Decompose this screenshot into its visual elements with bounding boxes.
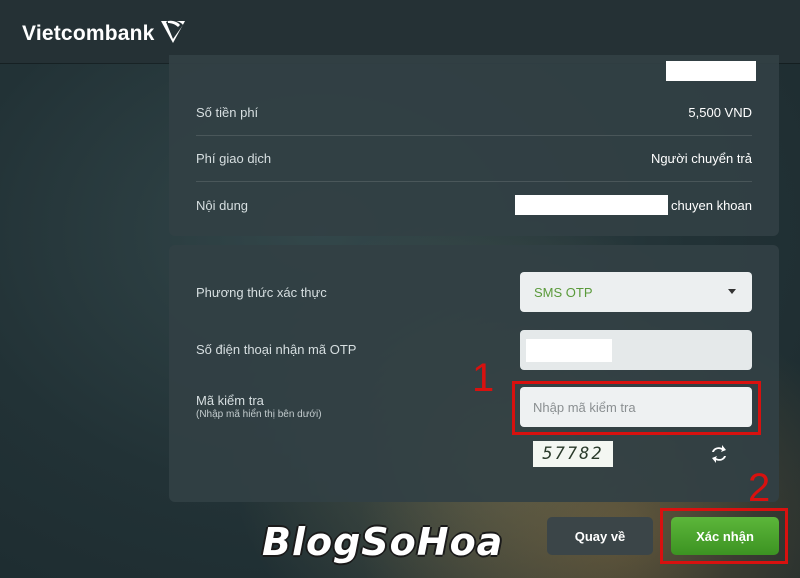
step-1-number: 1 — [472, 356, 495, 400]
transaction-summary-card: Số tiền phí 5,500 VND Phí giao dịch Ngườ… — [169, 55, 779, 236]
captcha-highlight-box — [512, 381, 761, 435]
fee-amount-row: Số tiền phí 5,500 VND — [196, 90, 752, 136]
back-button[interactable]: Quay về — [547, 517, 653, 555]
refresh-icon[interactable] — [709, 444, 729, 464]
redacted-phone — [526, 339, 612, 362]
redacted-content — [515, 195, 669, 215]
content-value-wrap: chuyen khoan — [515, 195, 752, 215]
fee-amount-value: 5,500 VND — [688, 105, 752, 120]
fee-payer-value: Người chuyển trả — [650, 151, 752, 166]
fee-amount-label: Số tiền phí — [196, 105, 259, 120]
captcha-label: Mã kiểm tra — [196, 393, 264, 408]
auth-method-label: Phương thức xác thực — [196, 285, 327, 300]
captcha-hint: (Nhập mã hiển thị bên dưới) — [196, 409, 322, 420]
confirm-button[interactable]: Xác nhận — [671, 517, 779, 555]
redacted-value — [666, 61, 756, 81]
fee-payer-label: Phí giao dịch — [196, 151, 272, 166]
captcha-code: 57782 — [542, 444, 604, 464]
auth-method-select[interactable]: SMS OTP — [520, 272, 752, 312]
brand-name: Vietcombank — [22, 22, 155, 45]
blog-watermark: BlogSoHoa — [262, 520, 504, 564]
auth-method-value: SMS OTP — [534, 284, 593, 300]
vietcombank-logo[interactable]: Vietcombank — [22, 20, 188, 46]
content-row: Nội dung chuyen khoan — [196, 182, 752, 228]
vietcombank-logo-icon — [160, 20, 185, 43]
otp-phone-label: Số điện thoại nhận mã OTP — [196, 342, 357, 357]
fee-payer-row: Phí giao dịch Người chuyển trả — [196, 136, 752, 182]
content-value: chuyen khoan — [671, 197, 752, 213]
step-2-number: 2 — [748, 466, 771, 510]
otp-phone-field — [520, 330, 752, 370]
top-bar: Vietcombank — [0, 0, 800, 63]
captcha-image: 57782 — [533, 441, 613, 467]
content-label: Nội dung — [196, 197, 249, 213]
chevron-down-icon — [728, 289, 736, 294]
